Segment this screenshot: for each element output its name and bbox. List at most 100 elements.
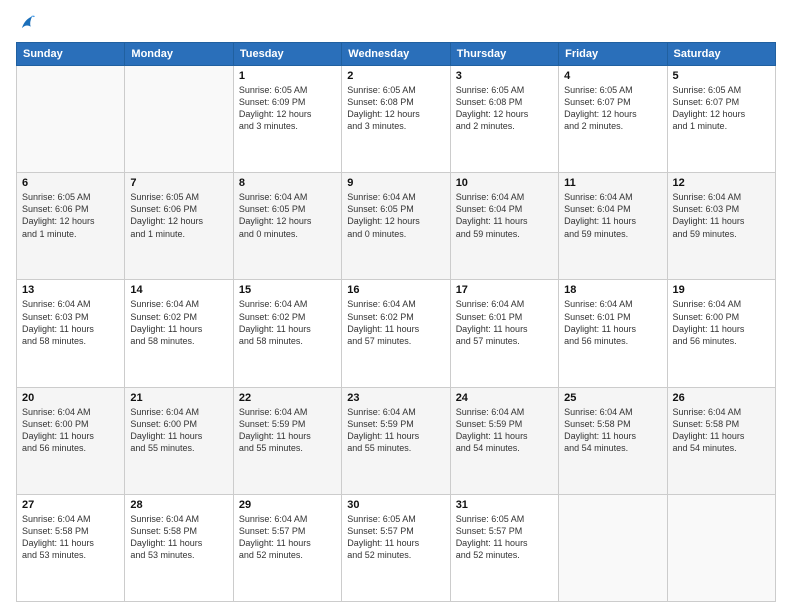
day-number: 2 — [347, 70, 444, 82]
day-info: Sunrise: 6:04 AM Sunset: 6:02 PM Dayligh… — [239, 298, 336, 347]
logo-icon — [16, 12, 38, 34]
day-number: 9 — [347, 177, 444, 189]
day-number: 30 — [347, 499, 444, 511]
day-number: 6 — [22, 177, 119, 189]
day-number: 3 — [456, 70, 553, 82]
calendar-cell: 12 Sunrise: 6:04 AM Sunset: 6:03 PM Dayli… — [667, 173, 775, 280]
day-info: Sunrise: 6:04 AM Sunset: 5:59 PM Dayligh… — [239, 406, 336, 455]
day-info: Sunrise: 6:04 AM Sunset: 6:01 PM Dayligh… — [456, 298, 553, 347]
calendar-cell: 13Sunrise: 6:04 AM Sunset: 6:03 PM Dayli… — [17, 280, 125, 387]
day-info: Sunrise: 6:04 AM Sunset: 5:57 PM Dayligh… — [239, 513, 336, 562]
day-number: 14 — [130, 284, 227, 296]
weekday-header-sunday: Sunday — [17, 43, 125, 66]
day-info: Sunrise: 6:04 AM Sunset: 5:58 PM Dayligh… — [22, 513, 119, 562]
calendar-cell: 21 Sunrise: 6:04 AM Sunset: 6:00 PM Dayli… — [125, 387, 233, 494]
day-number: 11 — [564, 177, 661, 189]
week-row-2: 6 Sunrise: 6:05 AM Sunset: 6:06 PM Daylig… — [17, 173, 776, 280]
calendar-cell: 30 Sunrise: 6:05 AM Sunset: 5:57 PM Dayli… — [342, 494, 450, 601]
day-info: Sunrise: 6:05 AM Sunset: 5:57 PM Dayligh… — [456, 513, 553, 562]
calendar-cell: 8Sunrise: 6:04 AM Sunset: 6:05 PM Daylig… — [233, 173, 341, 280]
calendar-cell — [125, 66, 233, 173]
day-number: 21 — [130, 392, 227, 404]
day-number: 28 — [130, 499, 227, 511]
calendar-cell: 20Sunrise: 6:04 AM Sunset: 6:00 PM Dayli… — [17, 387, 125, 494]
week-row-4: 20Sunrise: 6:04 AM Sunset: 6:00 PM Dayli… — [17, 387, 776, 494]
day-number: 4 — [564, 70, 661, 82]
calendar-cell: 26Sunrise: 6:04 AM Sunset: 5:58 PM Dayli… — [667, 387, 775, 494]
calendar-cell: 22 Sunrise: 6:04 AM Sunset: 5:59 PM Dayli… — [233, 387, 341, 494]
day-info: Sunrise: 6:04 AM Sunset: 6:00 PM Dayligh… — [673, 298, 770, 347]
calendar-cell: 24 Sunrise: 6:04 AM Sunset: 5:59 PM Dayli… — [450, 387, 558, 494]
day-number: 5 — [673, 70, 770, 82]
day-info: Sunrise: 6:04 AM Sunset: 6:00 PM Dayligh… — [22, 406, 119, 455]
day-info: Sunrise: 6:04 AM Sunset: 5:58 PM Dayligh… — [130, 513, 227, 562]
calendar-cell: 23 Sunrise: 6:04 AM Sunset: 5:59 PM Dayli… — [342, 387, 450, 494]
day-info: Sunrise: 6:04 AM Sunset: 6:01 PM Dayligh… — [564, 298, 661, 347]
calendar-cell: 29 Sunrise: 6:04 AM Sunset: 5:57 PM Dayli… — [233, 494, 341, 601]
calendar-cell: 27 Sunrise: 6:04 AM Sunset: 5:58 PM Dayli… — [17, 494, 125, 601]
day-number: 23 — [347, 392, 444, 404]
day-info: Sunrise: 6:05 AM Sunset: 6:07 PM Dayligh… — [673, 84, 770, 133]
day-number: 27 — [22, 499, 119, 511]
day-info: Sunrise: 6:04 AM Sunset: 6:02 PM Dayligh… — [130, 298, 227, 347]
calendar-cell: 19 Sunrise: 6:04 AM Sunset: 6:00 PM Dayli… — [667, 280, 775, 387]
calendar-cell — [17, 66, 125, 173]
day-number: 12 — [673, 177, 770, 189]
calendar-cell: 25 Sunrise: 6:04 AM Sunset: 5:58 PM Dayli… — [559, 387, 667, 494]
calendar-cell: 14 Sunrise: 6:04 AM Sunset: 6:02 PM Dayli… — [125, 280, 233, 387]
day-number: 19 — [673, 284, 770, 296]
day-info: Sunrise: 6:04 AM Sunset: 6:04 PM Dayligh… — [564, 191, 661, 240]
day-number: 29 — [239, 499, 336, 511]
calendar-cell — [667, 494, 775, 601]
day-info: Sunrise: 6:04 AM Sunset: 6:05 PM Dayligh… — [347, 191, 444, 240]
day-info: Sunrise: 6:04 AM Sunset: 5:58 PM Dayligh… — [564, 406, 661, 455]
day-info: Sunrise: 6:05 AM Sunset: 5:57 PM Dayligh… — [347, 513, 444, 562]
weekday-header-friday: Friday — [559, 43, 667, 66]
calendar-cell: 2 Sunrise: 6:05 AM Sunset: 6:08 PM Daylig… — [342, 66, 450, 173]
day-info: Sunrise: 6:04 AM Sunset: 5:58 PM Dayligh… — [673, 406, 770, 455]
calendar-cell: 3Sunrise: 6:05 AM Sunset: 6:08 PM Daylig… — [450, 66, 558, 173]
calendar-cell: 11 Sunrise: 6:04 AM Sunset: 6:04 PM Dayli… — [559, 173, 667, 280]
day-info: Sunrise: 6:04 AM Sunset: 6:02 PM Dayligh… — [347, 298, 444, 347]
day-info: Sunrise: 6:04 AM Sunset: 5:59 PM Dayligh… — [347, 406, 444, 455]
calendar-cell: 15 Sunrise: 6:04 AM Sunset: 6:02 PM Dayli… — [233, 280, 341, 387]
calendar-cell: 5 Sunrise: 6:05 AM Sunset: 6:07 PM Daylig… — [667, 66, 775, 173]
day-info: Sunrise: 6:04 AM Sunset: 6:03 PM Dayligh… — [673, 191, 770, 240]
day-info: Sunrise: 6:04 AM Sunset: 6:03 PM Dayligh… — [22, 298, 119, 347]
day-info: Sunrise: 6:04 AM Sunset: 5:59 PM Dayligh… — [456, 406, 553, 455]
day-number: 17 — [456, 284, 553, 296]
day-info: Sunrise: 6:05 AM Sunset: 6:06 PM Dayligh… — [130, 191, 227, 240]
day-number: 31 — [456, 499, 553, 511]
day-info: Sunrise: 6:05 AM Sunset: 6:08 PM Dayligh… — [347, 84, 444, 133]
weekday-header-row: SundayMondayTuesdayWednesdayThursdayFrid… — [17, 43, 776, 66]
weekday-header-tuesday: Tuesday — [233, 43, 341, 66]
calendar-cell — [559, 494, 667, 601]
day-info: Sunrise: 6:05 AM Sunset: 6:06 PM Dayligh… — [22, 191, 119, 240]
week-row-1: 1Sunrise: 6:05 AM Sunset: 6:09 PM Daylig… — [17, 66, 776, 173]
calendar-cell: 16 Sunrise: 6:04 AM Sunset: 6:02 PM Dayli… — [342, 280, 450, 387]
calendar-cell: 7Sunrise: 6:05 AM Sunset: 6:06 PM Daylig… — [125, 173, 233, 280]
day-number: 8 — [239, 177, 336, 189]
calendar-cell: 18 Sunrise: 6:04 AM Sunset: 6:01 PM Dayli… — [559, 280, 667, 387]
calendar-cell: 31 Sunrise: 6:05 AM Sunset: 5:57 PM Dayli… — [450, 494, 558, 601]
calendar-table: SundayMondayTuesdayWednesdayThursdayFrid… — [16, 42, 776, 602]
day-number: 1 — [239, 70, 336, 82]
weekday-header-thursday: Thursday — [450, 43, 558, 66]
weekday-header-monday: Monday — [125, 43, 233, 66]
day-number: 24 — [456, 392, 553, 404]
page: SundayMondayTuesdayWednesdayThursdayFrid… — [0, 0, 792, 612]
calendar-cell: 6 Sunrise: 6:05 AM Sunset: 6:06 PM Daylig… — [17, 173, 125, 280]
week-row-5: 27 Sunrise: 6:04 AM Sunset: 5:58 PM Dayli… — [17, 494, 776, 601]
day-info: Sunrise: 6:04 AM Sunset: 6:00 PM Dayligh… — [130, 406, 227, 455]
week-row-3: 13Sunrise: 6:04 AM Sunset: 6:03 PM Dayli… — [17, 280, 776, 387]
calendar-cell: 10Sunrise: 6:04 AM Sunset: 6:04 PM Dayli… — [450, 173, 558, 280]
day-number: 22 — [239, 392, 336, 404]
calendar-cell: 17 Sunrise: 6:04 AM Sunset: 6:01 PM Dayli… — [450, 280, 558, 387]
day-number: 15 — [239, 284, 336, 296]
calendar-cell: 28 Sunrise: 6:04 AM Sunset: 5:58 PM Dayli… — [125, 494, 233, 601]
day-number: 16 — [347, 284, 444, 296]
day-number: 25 — [564, 392, 661, 404]
day-info: Sunrise: 6:04 AM Sunset: 6:04 PM Dayligh… — [456, 191, 553, 240]
header — [16, 12, 776, 34]
day-number: 18 — [564, 284, 661, 296]
